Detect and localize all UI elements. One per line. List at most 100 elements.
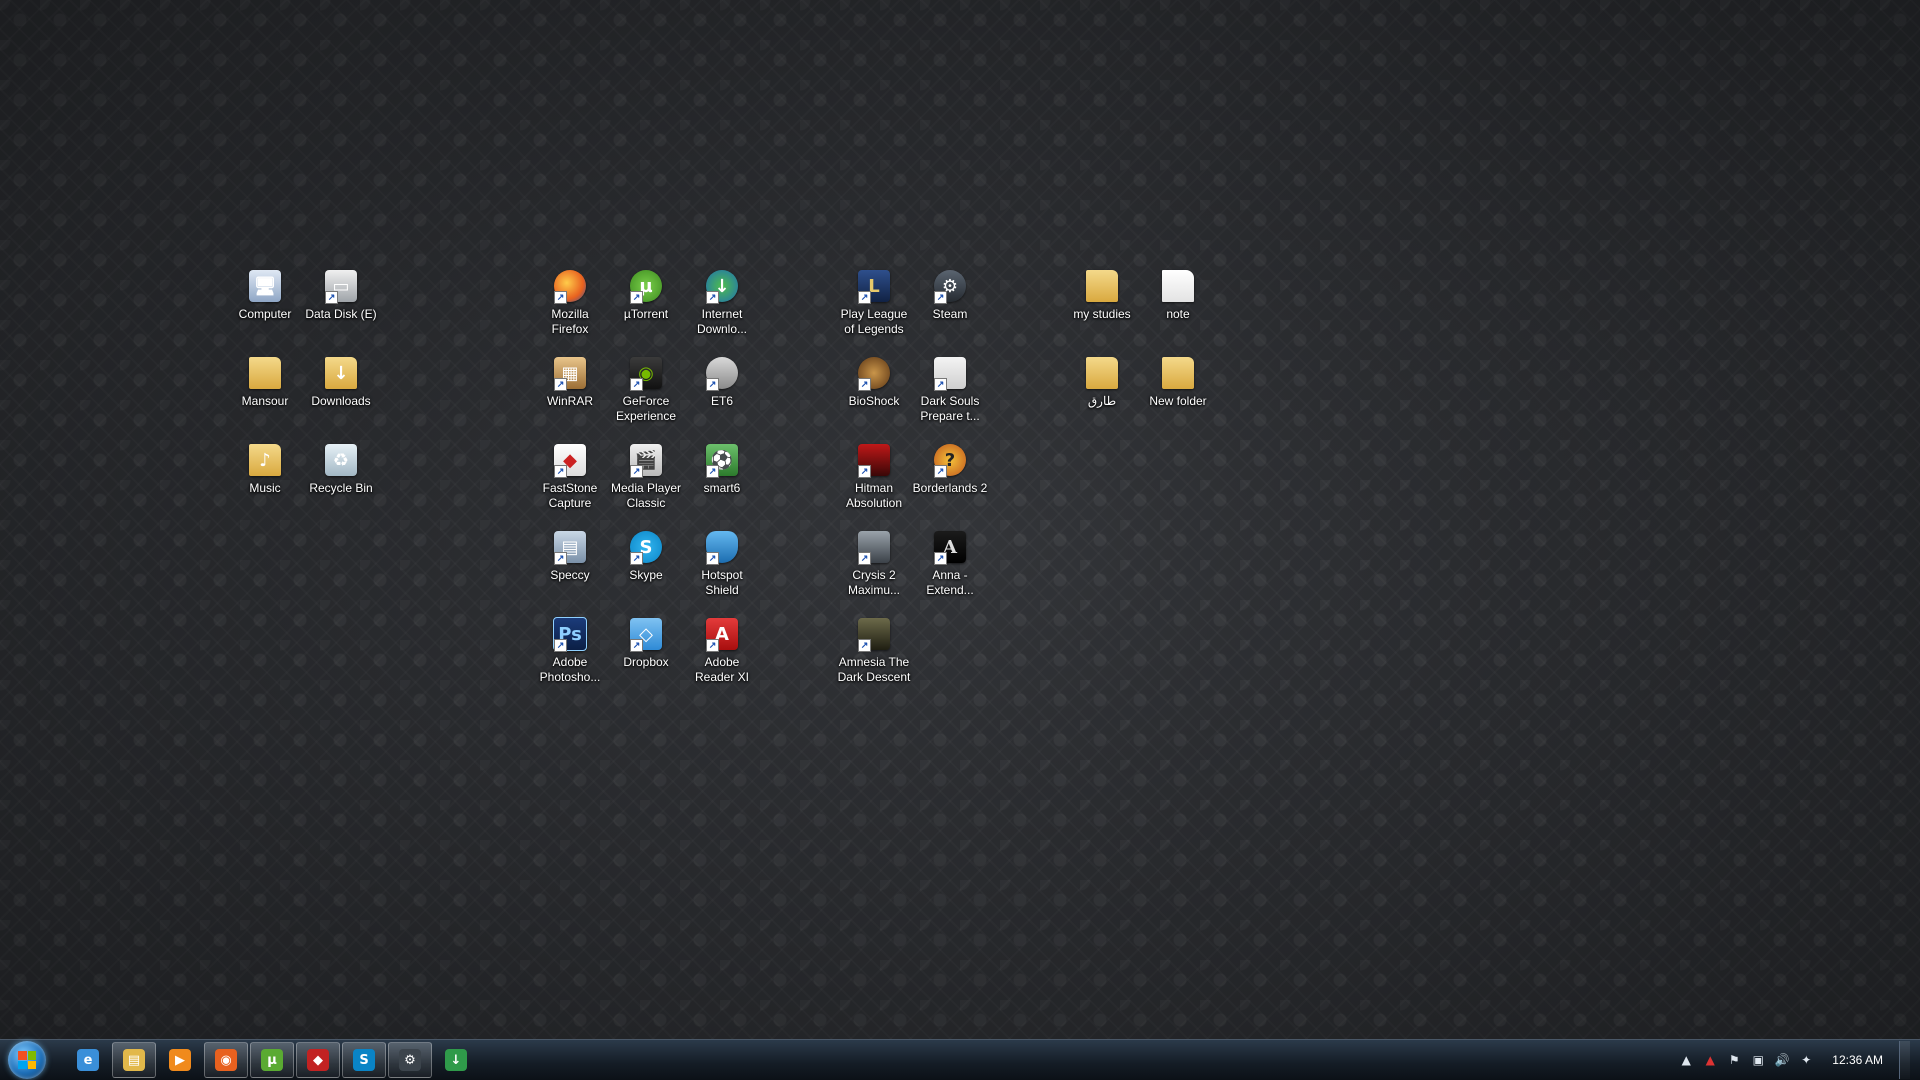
desktop-icon-darksouls[interactable]: ↗ Dark Souls Prepare t...	[912, 355, 988, 424]
desktop-icon-hitman[interactable]: ↗ Hitman Absolution	[836, 442, 912, 511]
desktop-icon-bioshock[interactable]: ↗ BioShock	[836, 355, 912, 409]
desktop-icon-downloads[interactable]: ↓ Downloads	[303, 355, 379, 409]
bioshock-icon: ↗	[856, 355, 892, 391]
desktop-icon-idm[interactable]: ↓ ↗ Internet Downlo...	[684, 268, 760, 337]
taskbar: e ▤ ▶ ◉ µ ◆ S ⚙ ↓ ▲ ▲ ⚑ ▣ 🔊 ✦ 12:36 AM	[0, 1039, 1920, 1080]
mpc-icon: 🎬 ↗	[628, 442, 664, 478]
desktop-icon-adobe-reader[interactable]: A ↗ Adobe Reader XI	[684, 616, 760, 685]
desktop-icon-tariq[interactable]: طارق	[1064, 355, 1140, 409]
desktop-icon-dropbox[interactable]: ◇ ↗ Dropbox	[608, 616, 684, 670]
computer-icon-image: 🖥	[249, 270, 281, 302]
idm-icon: ↓	[445, 1049, 467, 1071]
desktop-icon-computer[interactable]: 🖥 Computer	[227, 268, 303, 322]
shortcut-arrow-icon: ↗	[706, 291, 719, 304]
desktop-icon-photoshop[interactable]: Ps ↗ Adobe Photosho...	[532, 616, 608, 685]
desktop-icon-recycle-bin[interactable]: ♻ Recycle Bin	[303, 442, 379, 496]
desktop-icon-hotspot[interactable]: ↗ Hotspot Shield	[684, 529, 760, 598]
start-button[interactable]	[8, 1041, 46, 1079]
desktop-icon-label: BioShock	[848, 394, 900, 408]
volume-icon[interactable]: 🔊	[1774, 1052, 1790, 1068]
skype-icon: S	[353, 1049, 375, 1071]
desktop-icon-label: Anna - Extend...	[926, 568, 974, 597]
taskbar-button-firefox[interactable]: ◉	[204, 1042, 248, 1078]
desktop-icon-label: FastStone Capture	[542, 481, 598, 510]
downloads-icon: ↓	[323, 355, 359, 391]
desktop-icon-my-studies[interactable]: my studies	[1064, 268, 1140, 322]
desktop-icon-et6[interactable]: ↗ ET6	[684, 355, 760, 409]
desktop-icon-anna[interactable]: A ↗ Anna - Extend...	[912, 529, 988, 598]
taskbar-pinned-apps: e ▤ ▶ ◉ µ ◆ S ⚙ ↓	[66, 1042, 478, 1078]
desktop-icon-label: Downloads	[311, 394, 371, 408]
tariq-icon	[1084, 355, 1120, 391]
desktop-icon-new-folder[interactable]: New folder	[1140, 355, 1216, 409]
dropbox-icon: ◇ ↗	[628, 616, 664, 652]
desktop-icon-label: طارق	[1087, 394, 1117, 408]
dropbox-tray-icon[interactable]: ✦	[1798, 1052, 1814, 1068]
music-icon-image: ♪	[249, 444, 281, 476]
desktop-icon-label: my studies	[1073, 307, 1131, 321]
shortcut-arrow-icon: ↗	[325, 291, 338, 304]
desktop-icon-borderlands[interactable]: ? ↗ Borderlands 2	[912, 442, 988, 496]
desktop-icon-steam[interactable]: ⚙ ↗ Steam	[912, 268, 988, 322]
desktop-icon-label: Hitman Absolution	[845, 481, 903, 510]
desktop-icon-geforce[interactable]: ◉ ↗ GeForce Experience	[608, 355, 684, 424]
desktop-icon-label: Steam	[932, 307, 968, 321]
darksouls-icon: ↗	[932, 355, 968, 391]
desktop-icon-winrar[interactable]: ▦ ↗ WinRAR	[532, 355, 608, 409]
desktop-icon-faststone[interactable]: ◆ ↗ FastStone Capture	[532, 442, 608, 511]
recycle-bin-icon-image: ♻	[325, 444, 357, 476]
taskbar-button-steam[interactable]: ⚙	[388, 1042, 432, 1078]
shortcut-arrow-icon: ↗	[706, 639, 719, 652]
mansour-icon	[247, 355, 283, 391]
show-hidden-icon[interactable]: ▲	[1678, 1052, 1694, 1068]
desktop-icon-mpc[interactable]: 🎬 ↗ Media Player Classic	[608, 442, 684, 511]
firefox-icon: ↗	[552, 268, 588, 304]
shortcut-arrow-icon: ↗	[630, 552, 643, 565]
anna-icon: A ↗	[932, 529, 968, 565]
utorrent-icon: µ ↗	[628, 268, 664, 304]
desktop-icon-utorrent[interactable]: µ ↗ µTorrent	[608, 268, 684, 322]
desktop-icon-note[interactable]: note	[1140, 268, 1216, 322]
shortcut-arrow-icon: ↗	[630, 639, 643, 652]
desktop-icon-music[interactable]: ♪ Music	[227, 442, 303, 496]
my-studies-icon-image	[1086, 270, 1118, 302]
firefox-icon: ◉	[215, 1049, 237, 1071]
taskbar-button-skype[interactable]: S	[342, 1042, 386, 1078]
taskbar-button-media-player[interactable]: ▶	[158, 1042, 202, 1078]
action-center-icon[interactable]: ⚑	[1726, 1052, 1742, 1068]
network-icon[interactable]: ▣	[1750, 1052, 1766, 1068]
shortcut-arrow-icon: ↗	[554, 552, 567, 565]
desktop-icon-speccy[interactable]: ▤ ↗ Speccy	[532, 529, 608, 583]
idm-icon: ↓ ↗	[704, 268, 740, 304]
smart6-icon: ⚽ ↗	[704, 442, 740, 478]
desktop-icon-label: New folder	[1149, 394, 1207, 408]
music-icon: ♪	[247, 442, 283, 478]
geforce-icon: ◉ ↗	[628, 355, 664, 391]
desktop-icon-firefox[interactable]: ↗ Mozilla Firefox	[532, 268, 608, 337]
desktop-icon-skype[interactable]: S ↗ Skype	[608, 529, 684, 583]
recycle-bin-icon: ♻	[323, 442, 359, 478]
desktop-icon-label: ET6	[710, 394, 733, 408]
taskbar-button-ie[interactable]: e	[66, 1042, 110, 1078]
desktop-icon-crysis[interactable]: ↗ Crysis 2 Maximu...	[836, 529, 912, 598]
desktop-icon-amnesia[interactable]: ↗ Amnesia The Dark Descent	[836, 616, 912, 685]
desktop-icon-label: Dark Souls Prepare t...	[920, 394, 980, 423]
shortcut-arrow-icon: ↗	[554, 465, 567, 478]
desktop-icon-label: WinRAR	[546, 394, 593, 408]
et6-icon: ↗	[704, 355, 740, 391]
taskbar-button-explorer[interactable]: ▤	[112, 1042, 156, 1078]
taskbar-button-utorrent[interactable]: µ	[250, 1042, 294, 1078]
network-activity-icon[interactable]: ▲	[1702, 1052, 1718, 1068]
desktop-icon-mansour[interactable]: Mansour	[227, 355, 303, 409]
desktop-icon-league[interactable]: L ↗ Play League of Legends	[836, 268, 912, 337]
taskbar-button-idm[interactable]: ↓	[434, 1042, 478, 1078]
desktop-icon-smart6[interactable]: ⚽ ↗ smart6	[684, 442, 760, 496]
clock[interactable]: 12:36 AM	[1832, 1053, 1883, 1067]
desktop-icon-label: Data Disk (E)	[305, 307, 377, 321]
desktop-icon-data-disk[interactable]: ▭ ↗ Data Disk (E)	[303, 268, 379, 322]
show-desktop-button[interactable]	[1899, 1041, 1910, 1079]
mansour-icon-image	[249, 357, 281, 389]
amnesia-icon: ↗	[856, 616, 892, 652]
taskbar-button-faststone[interactable]: ◆	[296, 1042, 340, 1078]
skype-icon: S ↗	[628, 529, 664, 565]
